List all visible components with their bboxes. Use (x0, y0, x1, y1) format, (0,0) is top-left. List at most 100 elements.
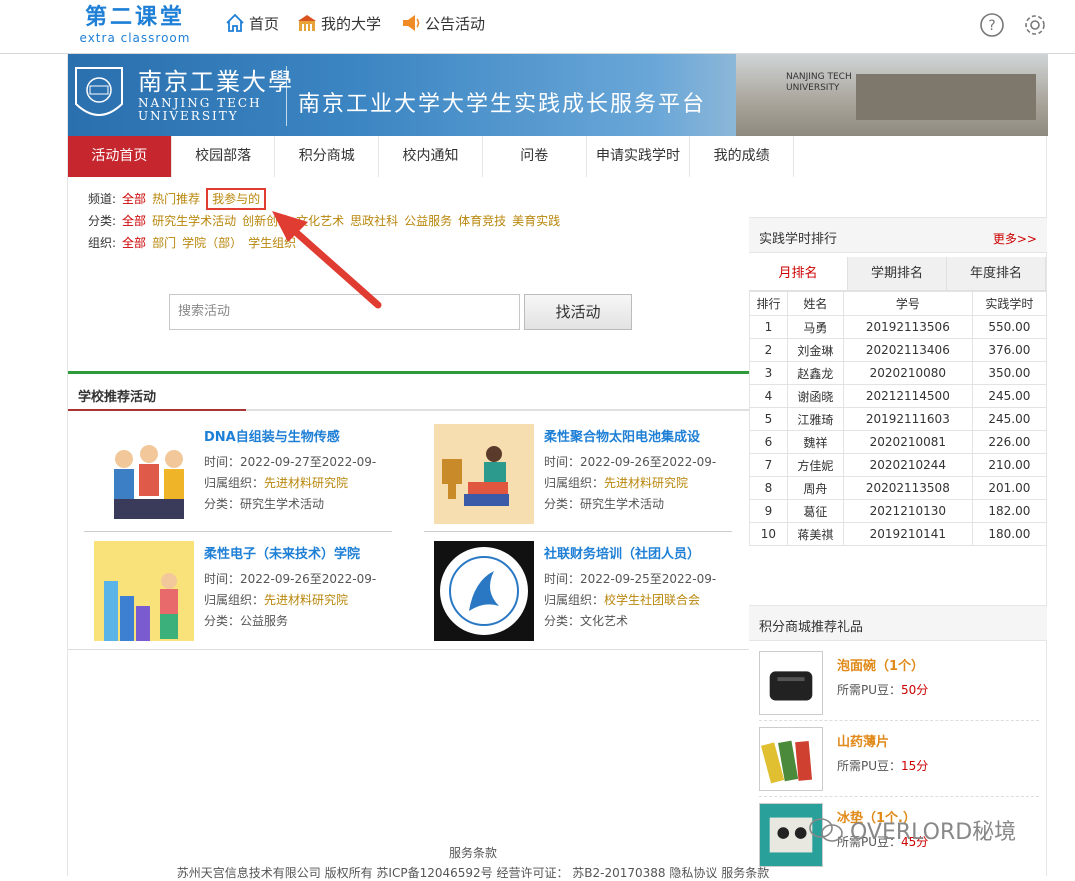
nav-home[interactable]: 首页 (224, 12, 279, 34)
student-id-cell: 20202113406 (842, 338, 973, 362)
rank-cell: 4 (749, 384, 788, 408)
ranking-row: 10 蒋美祺 2019210141 180.00 (749, 522, 1048, 546)
name-cell: 谢函晓 (786, 384, 844, 408)
main-tabs: 活动首页 校园部落 积分商城 校内通知 问卷 申请实践学时 我的成绩 (68, 136, 795, 177)
gift-separator (759, 796, 1039, 797)
activity-title[interactable]: 柔性电子（未来技术）学院 (204, 543, 360, 562)
tab-my-grades[interactable]: 我的成绩 (690, 136, 795, 177)
filter-category-option[interactable]: 文化艺术 (296, 210, 344, 232)
filter-category-all[interactable]: 全部 (122, 210, 146, 232)
university-seal-icon (75, 67, 123, 116)
logo-en: extra classroom (79, 31, 191, 45)
filter-channel-all[interactable]: 全部 (122, 188, 146, 210)
filter-category-label: 分类: (88, 214, 117, 228)
name-cell: 方佳妮 (786, 453, 844, 477)
filter-org-option[interactable]: 部门 (152, 232, 176, 254)
activity-org[interactable]: 校学生社团联合会 (604, 593, 700, 607)
activity-meta: 时间：2022-09-25至2022-09- 归属组织：校学生社团联合会 分类：… (544, 569, 716, 632)
filter-org-option[interactable]: 学生组织 (248, 232, 296, 254)
site-logo[interactable]: 第二课堂 extra classroom (74, 4, 196, 44)
watermark: OVERLORD秘境 (808, 814, 1016, 846)
banner-photo-text: NANJING TECH UNIVERSITY (786, 72, 852, 93)
activity-time: 时间：2022-09-25至2022-09- (544, 572, 717, 586)
filter-category-option[interactable]: 体育竞技 (458, 210, 506, 232)
tab-campus-tribe[interactable]: 校园部落 (171, 136, 276, 177)
col-student-id: 学号 (842, 291, 973, 316)
rank-cell: 1 (749, 315, 788, 339)
footer-terms[interactable]: 服务条款 (68, 844, 878, 861)
nav-my-university[interactable]: 我的大学 (296, 12, 381, 34)
activity-org[interactable]: 先进材料研究院 (264, 476, 348, 490)
card-separator (84, 531, 392, 532)
activity-card[interactable]: 社联财务培训（社团人员） 时间：2022-09-25至2022-09- 归属组织… (424, 541, 734, 645)
activity-card[interactable]: DNA自组装与生物传感 时间：2022-09-27至2022-09- 归属组织：… (84, 424, 394, 528)
tab-term-rank[interactable]: 学期排名 (848, 257, 947, 290)
ranking-table: 排行 姓名 学号 实践学时 1 马勇 20192113506 550.00 2 刘金琳 20… (749, 291, 1048, 546)
section-divider (68, 371, 749, 374)
footer-copyright: 苏州天宫信息技术有限公司 版权所有 苏ICP备12046592号 经营许可证： … (176, 866, 770, 880)
filter-category-option[interactable]: 美育实践 (512, 210, 560, 232)
activity-search-input[interactable]: 搜索活动 (169, 294, 520, 330)
gift-image (759, 651, 823, 715)
filter-category-option[interactable]: 思政社科 (350, 210, 398, 232)
gift-item[interactable]: 山药薄片 所需PU豆：15分 (749, 723, 1047, 799)
top-bar: 第二课堂 extra classroom 首页 我的大学 公告活动 ? (0, 0, 1075, 54)
activity-time: 时间：2022-09-26至2022-09- (544, 455, 717, 469)
activity-category: 分类：文化艺术 (544, 614, 629, 628)
gift-item[interactable]: 泡面碗（1个） 所需PU豆：50分 (749, 647, 1047, 723)
settings-gear-icon[interactable] (1022, 12, 1048, 38)
activity-category: 分类：公益服务 (204, 614, 289, 628)
tab-campus-notice[interactable]: 校内通知 (379, 136, 483, 177)
activity-thumbnail (434, 424, 534, 524)
banner-uni-en2: UNIVERSITY (138, 109, 239, 123)
recommended-section-title: 学校推荐活动 (78, 390, 157, 405)
tab-questionnaire[interactable]: 问卷 (482, 136, 587, 177)
activity-org-label: 归属组织： (544, 593, 605, 607)
activity-category: 分类：研究生学术活动 (204, 497, 325, 511)
activity-card[interactable]: 柔性电子（未来技术）学院 时间：2022-09-26至2022-09- 归属组织… (84, 541, 394, 645)
hours-cell: 376.00 (971, 338, 1048, 362)
activity-title[interactable]: 柔性聚合物太阳电池集成设 (544, 426, 700, 445)
filter-category-option[interactable]: 公益服务 (404, 210, 452, 232)
help-icon[interactable]: ? (979, 12, 1005, 38)
name-cell: 葛征 (786, 499, 844, 523)
tab-apply-hours[interactable]: 申请实践学时 (586, 136, 691, 177)
ranking-row: 9 葛征 2021210130 182.00 (749, 499, 1048, 523)
activity-title[interactable]: DNA自组装与生物传感 (204, 426, 340, 445)
hours-cell: 210.00 (971, 453, 1048, 477)
rank-cell: 5 (749, 407, 788, 431)
filter-channel-hot[interactable]: 热门推荐 (152, 188, 200, 210)
student-id-cell: 2020210080 (842, 361, 973, 385)
ranking-row: 3 赵鑫龙 2020210080 350.00 (749, 361, 1048, 385)
tab-points-mall[interactable]: 积分商城 (275, 136, 380, 177)
activity-org[interactable]: 先进材料研究院 (264, 593, 348, 607)
nav-home-label: 首页 (249, 14, 280, 33)
tab-month-rank[interactable]: 月排名 (749, 257, 848, 290)
col-rank: 排行 (749, 291, 788, 316)
filter-category-option[interactable]: 研究生学术活动 (152, 210, 236, 232)
ranking-row: 8 周舟 20202113508 201.00 (749, 476, 1048, 500)
activity-category: 分类：研究生学术活动 (544, 497, 665, 511)
gift-price-value: 50分 (901, 683, 929, 697)
banner-university-name: 南京工業大學 NANJING TECH UNIVERSITY (138, 62, 294, 123)
nav-announcements[interactable]: 公告活动 (400, 12, 485, 34)
activity-card[interactable]: 柔性聚合物太阳电池集成设 时间：2022-09-26至2022-09- 归属组织… (424, 424, 734, 528)
activity-org[interactable]: 先进材料研究院 (604, 476, 688, 490)
nav-announcements-label: 公告活动 (425, 14, 486, 33)
filter-org-all[interactable]: 全部 (122, 232, 146, 254)
rank-cell: 2 (749, 338, 788, 362)
filter-channel-mine[interactable]: 我参与的 (206, 188, 267, 210)
gift-price: 所需PU豆：15分 (837, 757, 928, 774)
student-id-cell: 2019210141 (842, 522, 973, 546)
tab-year-rank[interactable]: 年度排名 (947, 257, 1046, 290)
gift-name[interactable]: 泡面碗（1个） (837, 655, 924, 674)
activity-title[interactable]: 社联财务培训（社团人员） (544, 543, 700, 562)
find-activity-button[interactable]: 找活动 (524, 294, 632, 330)
activity-thumbnail (94, 424, 194, 524)
ranking-more-link[interactable]: 更多>> (993, 230, 1037, 247)
filter-category-option[interactable]: 创新创业 (242, 210, 290, 232)
filter-org-option[interactable]: 学院（部） (182, 232, 242, 254)
tab-activity-home[interactable]: 活动首页 (68, 136, 172, 177)
gift-name[interactable]: 山药薄片 (837, 731, 889, 750)
name-cell: 赵鑫龙 (786, 361, 844, 385)
